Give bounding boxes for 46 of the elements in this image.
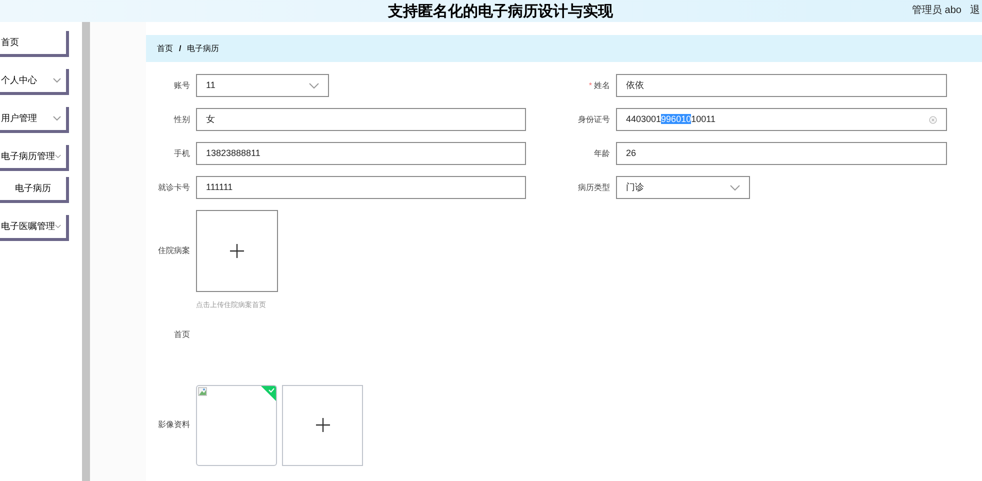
upload-box[interactable] [282, 384, 363, 466]
sidebar-item[interactable]: 电子病历管理 [0, 145, 69, 171]
breadcrumb-separator: / [179, 42, 182, 54]
sidebar-item[interactable]: 首页 [0, 31, 69, 57]
field-label: 影像资料 [157, 419, 190, 431]
breadcrumb-item[interactable]: 电子病历 [187, 42, 220, 54]
sidebar-scrollbar[interactable] [82, 22, 90, 481]
field-label: 就诊卡号 [158, 182, 190, 194]
chevron-down-icon [53, 78, 61, 83]
input-field[interactable]: 13823888811 [196, 142, 526, 165]
field-label: 账号 [174, 80, 190, 92]
chevron-down-icon [55, 154, 61, 159]
input-field[interactable]: 440300199601010011 [616, 108, 947, 131]
upload-box[interactable] [196, 210, 278, 292]
select-field[interactable]: 门诊 [616, 176, 750, 199]
sidebar-subitem[interactable]: 电子病历 [0, 177, 69, 203]
field-label: 年龄 [594, 148, 610, 160]
plus-icon [230, 244, 244, 258]
field-label: 手机 [174, 148, 190, 160]
field-label: 性别 [174, 114, 190, 126]
field-label: 住院病案 [157, 245, 190, 257]
plus-icon [316, 418, 330, 432]
app-title: 支持匿名化的电子病历设计与实现 [388, 2, 613, 22]
chevron-down-icon [730, 184, 740, 190]
broken-image-icon [198, 386, 207, 396]
field-label: 首页 [173, 328, 190, 340]
chevron-down-icon [309, 82, 319, 88]
sidebar-item[interactable]: 个人中心 [0, 69, 69, 95]
input-field[interactable]: 26 [616, 142, 947, 165]
clear-icon[interactable] [929, 116, 937, 124]
user-name: 管理员 abo [912, 4, 962, 18]
select-field[interactable]: 11 [196, 74, 329, 97]
logout-link[interactable]: 退 [970, 3, 980, 18]
uploaded-image-card[interactable] [196, 384, 277, 466]
input-field[interactable]: 依依 [616, 74, 947, 97]
field-label: 病历类型 [578, 182, 610, 194]
chevron-down-icon [53, 116, 61, 121]
chevron-down-icon [55, 224, 61, 229]
required-mark: * [588, 80, 592, 92]
breadcrumb-item[interactable]: 首页 [157, 42, 173, 54]
input-field[interactable]: 111111 [196, 176, 526, 199]
field-label: 身份证号 [578, 114, 610, 126]
sidebar-item[interactable]: 电子医嘱管理 [0, 215, 69, 241]
field-label: 姓名 [594, 80, 610, 92]
sidebar-item[interactable]: 用户管理 [0, 107, 69, 133]
input-field[interactable]: 女 [196, 108, 526, 131]
